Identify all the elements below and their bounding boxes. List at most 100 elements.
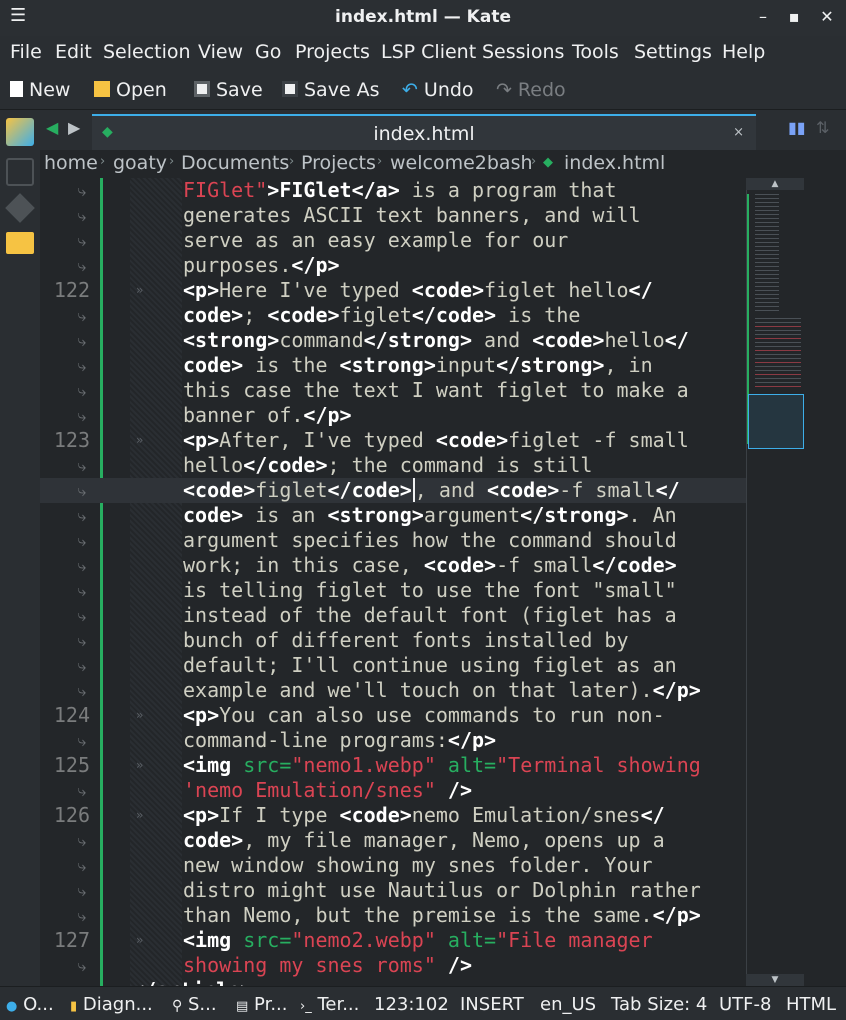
wrap-icon: ⤷ — [77, 656, 87, 675]
projects-tab[interactable]: ▤ Pr... — [236, 994, 287, 1015]
syntax-mode[interactable]: HTML — [786, 994, 836, 1015]
filesystem-browser-icon[interactable] — [6, 232, 34, 254]
menu-sessions[interactable]: Sessions — [482, 41, 564, 63]
code-line: ⤷ serve as an easy example for our — [40, 228, 746, 253]
crumb-projects[interactable]: Projects — [301, 152, 376, 174]
wrap-icon: ⤷ — [77, 206, 87, 225]
menu-lsp-client[interactable]: LSP Client — [381, 41, 476, 63]
code-line: ⤷ new window showing my snes folder. You… — [40, 853, 746, 878]
scrollbar-thumb[interactable] — [748, 394, 804, 449]
menu-go[interactable]: Go — [255, 41, 281, 63]
code-line: ⤷ command-line programs:</p> — [40, 728, 746, 753]
code-line: ⤷ code> is an <strong>argument</strong>.… — [40, 503, 746, 528]
forward-arrow-icon[interactable]: ▶ — [68, 118, 80, 137]
scroll-up-icon[interactable]: ▲ — [746, 178, 804, 190]
wrap-icon: ⤷ — [77, 406, 87, 425]
cursor-position[interactable]: 123:102 — [374, 994, 449, 1015]
code-line: ⤷ hello</code>; the command is still — [40, 453, 746, 478]
open-button[interactable]: Open — [94, 79, 167, 101]
chevron-right-icon: › — [100, 154, 106, 169]
fold-marker-icon: » — [136, 433, 144, 447]
tab-size[interactable]: Tab Size: 4 — [611, 994, 707, 1015]
line-number: 126 — [53, 803, 90, 827]
scroll-down-icon[interactable]: ▼ — [746, 974, 804, 986]
code-line: </article> — [40, 978, 746, 986]
code-line: ⤷ code> is the <strong>input</strong>, i… — [40, 353, 746, 378]
fold-marker-icon: » — [136, 283, 144, 297]
quick-open-icon[interactable]: ⇅ — [816, 118, 829, 137]
crumb-welcome2bash[interactable]: welcome2bash — [390, 152, 533, 174]
wrap-icon: ⤷ — [77, 306, 87, 325]
breadcrumb: home › goaty › Documents › Projects › we… — [40, 150, 846, 178]
wrap-icon: ⤷ — [77, 256, 87, 275]
outline-icon: ● — [6, 999, 18, 1014]
menu-settings[interactable]: Settings — [634, 41, 712, 63]
code-editor[interactable]: ⤷ FIGlet">FIGlet</a> is a program that ⤷… — [40, 178, 746, 986]
menu-selection[interactable]: Selection — [103, 41, 191, 63]
menu-projects[interactable]: Projects — [295, 41, 370, 63]
terminal-tab[interactable]: ›_ Ter... — [300, 994, 359, 1015]
git-icon[interactable] — [5, 193, 35, 223]
wrap-icon: ⤷ — [77, 606, 87, 625]
wrap-icon: ⤷ — [77, 381, 87, 400]
tab-index-html[interactable]: ◆ index.html × — [92, 114, 756, 150]
main-toolbar: New Open Save Save As ↶ Undo ↷ Redo — [0, 72, 846, 110]
code-line: 123 » <p>After, I've typed <code>figlet … — [40, 428, 746, 453]
menu-edit[interactable]: Edit — [55, 41, 92, 63]
crumb-index-html[interactable]: index.html — [564, 152, 665, 174]
tab-close-icon[interactable]: × — [733, 125, 744, 140]
code-line: 126 » <p>If I type <code>nemo Emulation/… — [40, 803, 746, 828]
fold-marker-icon: » — [136, 933, 144, 947]
line-number: 122 — [53, 278, 90, 302]
fold-marker-icon: » — [136, 708, 144, 722]
split-view-icon[interactable]: ▮▮ — [788, 118, 806, 137]
spellcheck-language[interactable]: en_US — [540, 994, 596, 1015]
new-file-icon — [10, 81, 23, 97]
back-arrow-icon[interactable]: ◀ — [46, 118, 58, 137]
new-button[interactable]: New — [10, 79, 70, 101]
crumb-goaty[interactable]: goaty — [113, 152, 167, 174]
input-mode[interactable]: INSERT — [460, 994, 524, 1015]
menu-view[interactable]: View — [198, 41, 243, 63]
menu-file[interactable]: File — [10, 41, 42, 63]
code-line: ⤷ argument specifies how the command sho… — [40, 528, 746, 553]
outline-tab[interactable]: ● O... — [6, 994, 54, 1015]
wrap-icon: ⤷ — [77, 956, 87, 975]
close-window-icon[interactable]: ✕ — [816, 6, 838, 28]
right-sidebar — [806, 178, 846, 986]
code-line: 125 » <img src="nemo1.webp" alt="Termina… — [40, 753, 746, 778]
code-line: ⤷ than Nemo, but the premise is the same… — [40, 903, 746, 928]
vertical-scrollbar[interactable]: ▲ ▼ — [746, 178, 806, 986]
wrap-icon: ⤷ — [77, 681, 87, 700]
crumb-documents[interactable]: Documents — [181, 152, 289, 174]
file-list-icon[interactable] — [6, 158, 34, 186]
left-sidebar — [0, 110, 40, 990]
code-line: ⤷ purposes.</p> — [40, 253, 746, 278]
code-line: ⤷ FIGlet">FIGlet</a> is a program that — [40, 178, 746, 203]
wrap-icon: ⤷ — [77, 331, 87, 350]
menu-tools[interactable]: Tools — [572, 41, 619, 63]
chevron-right-icon: › — [377, 154, 383, 169]
maximize-icon[interactable]: ▪ — [783, 6, 805, 28]
window-title: index.html — Kate — [335, 7, 511, 27]
wrap-icon: ⤷ — [77, 356, 87, 375]
chevron-right-icon: › — [531, 154, 537, 169]
diagnostics-tab[interactable]: ▮ Diagn... — [70, 994, 153, 1015]
save-as-button[interactable]: Save As — [282, 79, 380, 101]
open-folder-icon — [94, 81, 110, 97]
code-line: ⤷ is telling figlet to use the font "sma… — [40, 578, 746, 603]
wrap-icon: ⤷ — [77, 906, 87, 925]
undo-button[interactable]: ↶ Undo — [402, 79, 474, 101]
documents-panel-icon[interactable] — [6, 118, 34, 146]
code-line: ⤷ example and we'll touch on that later)… — [40, 678, 746, 703]
line-number: 124 — [53, 703, 90, 727]
encoding[interactable]: UTF-8 — [719, 994, 771, 1015]
undo-icon: ↶ — [402, 79, 418, 101]
redo-button[interactable]: ↷ Redo — [496, 79, 566, 101]
crumb-home[interactable]: home — [44, 152, 98, 174]
wrap-icon: ⤷ — [77, 856, 87, 875]
search-tab[interactable]: ⚲ S... — [172, 994, 217, 1015]
menu-help[interactable]: Help — [722, 41, 765, 63]
minimize-icon[interactable]: – — [752, 6, 774, 28]
save-button[interactable]: Save — [194, 79, 263, 101]
